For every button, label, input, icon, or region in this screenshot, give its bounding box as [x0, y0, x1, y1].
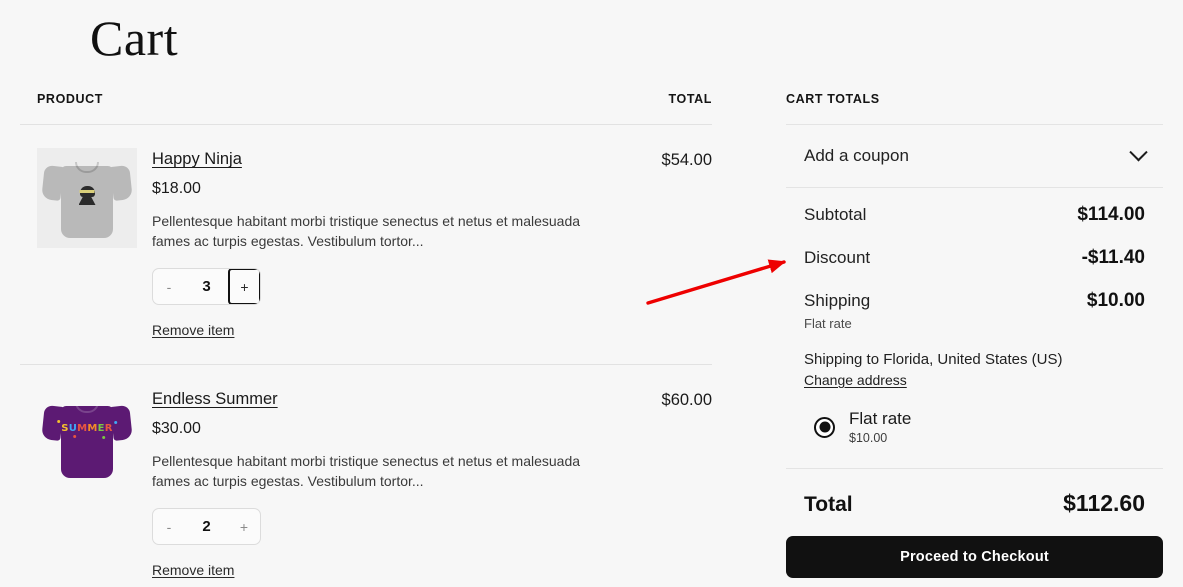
- quantity-increase-button[interactable]: +: [228, 509, 260, 544]
- product-unit-price: $30.00: [152, 420, 201, 437]
- table-row: Happy Ninja $18.00 Pellentesque habitant…: [20, 125, 712, 364]
- product-name-link[interactable]: Happy Ninja: [152, 150, 242, 169]
- remove-item-link[interactable]: Remove item: [152, 562, 234, 578]
- totals-lines: Subtotal $114.00 Discount -$11.40 Shippi…: [786, 188, 1163, 468]
- quantity-stepper[interactable]: - 2 +: [152, 508, 261, 545]
- add-coupon-label: Add a coupon: [804, 146, 909, 165]
- shipping-option-flat-rate[interactable]: Flat rate $10.00: [804, 409, 1145, 468]
- column-header-total: TOTAL: [668, 92, 712, 106]
- shipping-destination-text: Shipping to Florida, United States (US): [804, 351, 1063, 368]
- discount-value: -$11.40: [1081, 247, 1145, 268]
- remove-item-link[interactable]: Remove item: [152, 322, 234, 338]
- total-value: $112.60: [1063, 490, 1145, 516]
- subtotal-value: $114.00: [1077, 204, 1145, 225]
- radio-flat-rate[interactable]: [814, 416, 835, 438]
- shipping-label: Shipping: [804, 291, 871, 310]
- total-row: Total $112.60: [786, 469, 1163, 517]
- product-line-total: $60.00: [661, 391, 712, 409]
- total-label: Total: [804, 493, 853, 516]
- shipping-option-name: Flat rate: [849, 409, 912, 428]
- cart-totals-panel: CART TOTALS Add a coupon Subtotal $114.0…: [786, 92, 1163, 578]
- chevron-down-icon[interactable]: [1129, 142, 1148, 161]
- add-coupon-row[interactable]: Add a coupon: [786, 125, 1163, 187]
- shipping-row: Shipping $10.00: [804, 290, 1145, 312]
- quantity-value: 2: [202, 518, 211, 535]
- quantity-decrease-button[interactable]: -: [153, 509, 185, 544]
- discount-label: Discount: [804, 248, 871, 267]
- cart-products-section: PRODUCT TOTAL Happy Ninja $18.00 Pellent…: [20, 92, 712, 587]
- summer-graphic-icon: SUMMER: [57, 420, 117, 439]
- product-details: Happy Ninja $18.00 Pellentesque habitant…: [152, 148, 662, 340]
- quantity-increase-button[interactable]: +: [228, 269, 260, 304]
- discount-row: Discount -$11.40: [804, 247, 1145, 269]
- proceed-to-checkout-button[interactable]: Proceed to Checkout: [786, 536, 1163, 578]
- product-description: Pellentesque habitant morbi tristique se…: [152, 453, 581, 489]
- product-thumbnail-happy-ninja[interactable]: [37, 148, 137, 248]
- shipping-value: $10.00: [1086, 290, 1145, 311]
- subtotal-label: Subtotal: [804, 205, 867, 224]
- column-header-product: PRODUCT: [37, 92, 104, 106]
- page-title: Cart: [90, 10, 179, 66]
- change-address-link[interactable]: Change address: [804, 372, 907, 388]
- shipping-method-note: Flat rate: [804, 316, 852, 331]
- shipping-option-text: Flat rate $10.00: [849, 409, 911, 445]
- grey-tshirt-icon: [41, 152, 133, 244]
- product-thumbnail-endless-summer[interactable]: SUMMER: [37, 388, 137, 488]
- product-line-total: $54.00: [661, 151, 712, 169]
- shipping-option-price: $10.00: [849, 431, 888, 445]
- quantity-decrease-button[interactable]: -: [153, 269, 185, 304]
- products-table-header: PRODUCT TOTAL: [20, 92, 712, 124]
- product-details: Endless Summer $30.00 Pellentesque habit…: [152, 388, 662, 580]
- product-name-link[interactable]: Endless Summer: [152, 390, 278, 409]
- cart-totals-heading: CART TOTALS: [786, 92, 880, 106]
- table-row: SUMMER Endless Summer $30.00 Pellentesqu…: [20, 365, 712, 587]
- quantity-stepper[interactable]: - 3 +: [152, 268, 261, 305]
- subtotal-row: Subtotal $114.00: [804, 204, 1145, 226]
- quantity-value: 3: [202, 278, 211, 295]
- product-description: Pellentesque habitant morbi tristique se…: [152, 213, 581, 249]
- purple-tshirt-icon: SUMMER: [41, 392, 133, 484]
- product-unit-price: $18.00: [152, 180, 201, 197]
- ninja-graphic-icon: [78, 186, 96, 205]
